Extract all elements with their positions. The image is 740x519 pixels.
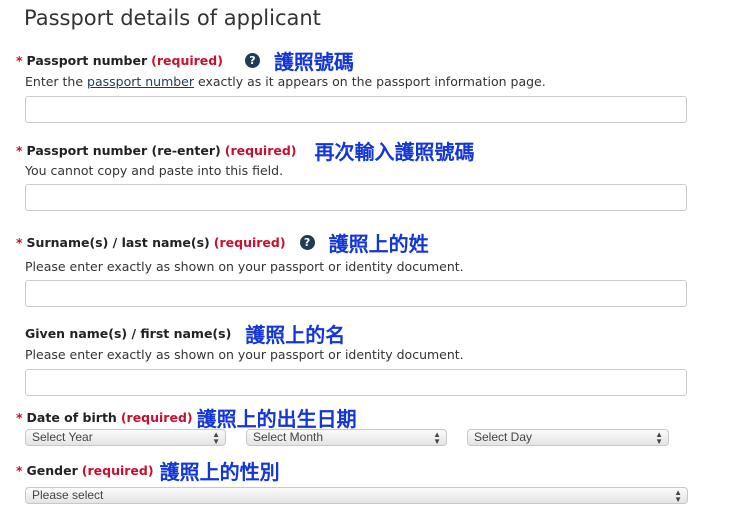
required-asterisk: * (16, 235, 23, 250)
surname-hint: Please enter exactly as shown on your pa… (25, 259, 464, 274)
required-text: (required) (213, 235, 286, 250)
hint-text: exactly as it appears on the passport in… (194, 74, 546, 89)
required-asterisk: * (16, 143, 23, 158)
label-text: Given name(s) / first name(s) (25, 326, 232, 341)
updown-arrow-icon: ▲ ▼ (655, 430, 663, 446)
select-value: Please select (32, 488, 104, 502)
passport-number-link[interactable]: passport number (87, 74, 194, 89)
annotation: 護照上的性別 (159, 460, 280, 484)
required-text: (required) (81, 463, 154, 478)
required-text: (required) (224, 143, 297, 158)
annotation: 護照上的出生日期 (196, 407, 357, 431)
updown-arrow-icon: ▲ ▼ (212, 430, 220, 446)
passport-reenter-hint: You cannot copy and paste into this fiel… (25, 163, 284, 178)
dob-label: * Date of birth (required) 護照上的出生日期 (16, 403, 357, 432)
updown-arrow-icon: ▲ ▼ (433, 430, 441, 446)
annotation: 護照上的姓 (328, 232, 429, 256)
select-value: Select Month (253, 430, 324, 444)
passport-number-label: * Passport number (required) ? 護照號碼 (16, 46, 354, 75)
gender-select[interactable]: Please select ▲ ▼ (25, 487, 688, 504)
year-select[interactable]: Select Year ▲ ▼ (25, 429, 226, 446)
help-icon[interactable]: ? (244, 53, 260, 68)
label-text: Surname(s) / last name(s) (26, 235, 210, 250)
given-name-input[interactable] (25, 369, 687, 396)
given-name-label: Given name(s) / first name(s) 護照上的名 (25, 319, 345, 348)
annotation: 護照號碼 (273, 50, 354, 74)
annotation: 護照上的名 (245, 323, 346, 347)
label-text: Date of birth (26, 410, 117, 425)
select-value: Select Year (32, 430, 93, 444)
day-select[interactable]: Select Day ▲ ▼ (467, 429, 669, 446)
month-select[interactable]: Select Month ▲ ▼ (246, 429, 447, 446)
select-value: Select Day (474, 430, 533, 444)
updown-arrow-icon: ▲ ▼ (674, 488, 682, 504)
label-text: Passport number (26, 53, 148, 68)
gender-label: * Gender (required) 護照上的性別 (16, 456, 280, 485)
passport-reenter-label: * Passport number (re-enter) (required) 再次輸… (16, 136, 475, 165)
passport-number-input[interactable] (25, 96, 687, 123)
required-asterisk: * (16, 410, 23, 425)
help-icon[interactable]: ? (299, 235, 315, 250)
given-name-hint: Please enter exactly as shown on your pa… (25, 347, 464, 362)
required-asterisk: * (16, 463, 23, 478)
required-asterisk: * (16, 53, 23, 68)
annotation: 再次輸入護照號碼 (314, 140, 475, 164)
surname-input[interactable] (25, 280, 687, 307)
required-text: (required) (120, 410, 193, 425)
page-title: Passport details of applicant (24, 6, 321, 30)
hint-text: Enter the (25, 74, 88, 89)
passport-number-hint: Enter the passport number exactly as it … (25, 74, 546, 89)
label-text: Passport number (re-enter) (26, 143, 221, 158)
surname-label: * Surname(s) / last name(s) (required) ? 護照… (16, 228, 429, 257)
label-text: Gender (26, 463, 78, 478)
passport-reenter-input[interactable] (25, 184, 687, 211)
required-text: (required) (151, 53, 223, 68)
